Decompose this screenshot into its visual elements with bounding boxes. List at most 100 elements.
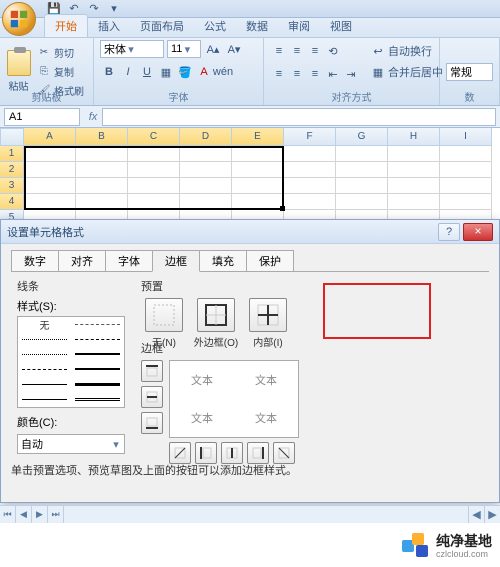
prev-sheet-icon[interactable]: ◀ (16, 506, 32, 523)
format-cells-dialog: 设置单元格格式 ? × 数字 对齐 字体 边框 填充 保护 线条 样式(S): … (0, 219, 500, 503)
border-section-label: 边框 (141, 340, 299, 356)
next-sheet-icon[interactable]: ▶ (32, 506, 48, 523)
clipboard-icon (7, 50, 31, 76)
dialog-tab-border[interactable]: 边框 (152, 250, 200, 272)
first-sheet-icon[interactable]: ⏮ (0, 506, 16, 523)
dialog-tab-number[interactable]: 数字 (11, 250, 59, 272)
scissors-icon: ✂ (37, 46, 51, 60)
align-left-icon[interactable]: ≡ (270, 65, 288, 83)
tab-page-layout[interactable]: 页面布局 (130, 15, 194, 37)
border-preview[interactable]: 文本 文本 文本 文本 (169, 360, 299, 438)
watermark-logo-icon (402, 533, 430, 561)
column-header[interactable]: D (180, 128, 232, 146)
row-header[interactable]: 3 (0, 178, 24, 194)
dialog-title: 设置单元格格式 (7, 224, 438, 240)
row-header[interactable]: 2 (0, 162, 24, 178)
chevron-down-icon: ▾ (111, 438, 121, 451)
tab-view[interactable]: 视图 (320, 15, 362, 37)
dialog-tab-alignment[interactable]: 对齐 (58, 250, 106, 272)
scroll-left-icon[interactable]: ◀ (468, 506, 484, 523)
font-name-combo[interactable]: 宋体▾ (100, 40, 164, 58)
name-box[interactable]: A1 (4, 108, 80, 126)
row-header[interactable]: 1 (0, 146, 24, 162)
orientation-icon[interactable]: ⟲ (324, 42, 342, 60)
merge-center-button[interactable]: ▦合并后居中 (368, 63, 446, 81)
border-left-button[interactable] (195, 442, 217, 464)
border-diag-up-button[interactable] (169, 442, 191, 464)
column-header[interactable]: G (336, 128, 388, 146)
style-label: 样式(S): (17, 301, 57, 313)
border-diag-down-button[interactable] (273, 442, 295, 464)
border-vmid-button[interactable] (221, 442, 243, 464)
align-bottom-icon[interactable]: ≡ (306, 42, 324, 60)
number-group-label: 数 (440, 89, 499, 104)
column-header[interactable]: F (284, 128, 336, 146)
tab-formulas[interactable]: 公式 (194, 15, 236, 37)
highlight-annotation (323, 283, 431, 339)
copy-icon: ⎘ (37, 65, 51, 79)
decrease-font-icon[interactable]: A▾ (225, 40, 243, 58)
column-header[interactable]: A (24, 128, 76, 146)
line-color-combo[interactable]: 自动 ▾ (17, 434, 125, 454)
alignment-group-label: 对齐方式 (264, 89, 439, 104)
align-center-icon[interactable]: ≡ (288, 65, 306, 83)
column-header[interactable]: I (440, 128, 492, 146)
spreadsheet-grid[interactable]: A B C D E F G H I 1 2 3 4 5 (0, 128, 500, 226)
tab-review[interactable]: 审阅 (278, 15, 320, 37)
dialog-tab-font[interactable]: 字体 (105, 250, 153, 272)
phonetic-button[interactable]: wén (214, 63, 232, 81)
font-color-button[interactable]: A (195, 63, 213, 81)
preset-section-label: 预置 (141, 278, 291, 294)
increase-indent-icon[interactable]: ⇥ (342, 65, 360, 83)
font-size-combo[interactable]: 11▾ (167, 40, 201, 58)
paste-button[interactable]: 粘贴 (6, 50, 31, 93)
preset-none-button[interactable] (145, 298, 183, 332)
border-hmid-button[interactable] (141, 386, 163, 408)
wrap-text-button[interactable]: ↩自动换行 (368, 42, 446, 60)
column-header[interactable]: C (128, 128, 180, 146)
last-sheet-icon[interactable]: ⏭ (48, 506, 64, 523)
preset-outline-button[interactable] (197, 298, 235, 332)
align-top-icon[interactable]: ≡ (270, 42, 288, 60)
dialog-hint: 单击预置选项、预览草图及上面的按钮可以添加边框样式。 (11, 462, 297, 478)
copy-button[interactable]: ⎘复制 (34, 63, 87, 81)
line-style-list[interactable]: 无 (17, 316, 125, 408)
wrap-icon: ↩ (371, 44, 385, 58)
border-right-button[interactable] (247, 442, 269, 464)
ribbon: 粘贴 ✂剪切 ⎘复制 🖌格式刷 剪贴板 宋体▾ 11▾ A▴ A▾ B I U … (0, 38, 500, 106)
tab-data[interactable]: 数据 (236, 15, 278, 37)
select-all-corner[interactable] (0, 128, 24, 146)
dialog-tab-fill[interactable]: 填充 (199, 250, 247, 272)
increase-font-icon[interactable]: A▴ (204, 40, 222, 58)
preset-inside-button[interactable] (249, 298, 287, 332)
fx-icon[interactable]: fx (84, 111, 102, 123)
border-button[interactable]: ▦ (157, 63, 175, 81)
close-button[interactable]: × (463, 223, 493, 241)
row-header[interactable]: 4 (0, 194, 24, 210)
help-button[interactable]: ? (438, 223, 460, 241)
number-format-combo[interactable]: 常规 (446, 63, 493, 81)
fill-color-button[interactable]: 🪣 (176, 63, 194, 81)
align-middle-icon[interactable]: ≡ (288, 42, 306, 60)
formula-input[interactable] (102, 108, 496, 126)
underline-button[interactable]: U (138, 63, 156, 81)
tab-insert[interactable]: 插入 (88, 15, 130, 37)
clipboard-group-label: 剪贴板 (0, 89, 93, 104)
decrease-indent-icon[interactable]: ⇤ (324, 65, 342, 83)
column-header[interactable]: H (388, 128, 440, 146)
column-header[interactable]: B (76, 128, 128, 146)
chevron-down-icon: ▾ (182, 43, 192, 56)
border-bottom-button[interactable] (141, 412, 163, 434)
office-button[interactable] (2, 2, 36, 36)
border-top-button[interactable] (141, 360, 163, 382)
italic-button[interactable]: I (119, 63, 137, 81)
merge-icon: ▦ (371, 65, 385, 79)
dialog-tab-protection[interactable]: 保护 (246, 250, 294, 272)
scroll-right-icon[interactable]: ▶ (484, 506, 500, 523)
column-header[interactable]: E (232, 128, 284, 146)
tab-home[interactable]: 开始 (44, 14, 88, 37)
align-right-icon[interactable]: ≡ (306, 65, 324, 83)
font-group-label: 字体 (94, 89, 263, 104)
cut-button[interactable]: ✂剪切 (34, 44, 87, 62)
bold-button[interactable]: B (100, 63, 118, 81)
